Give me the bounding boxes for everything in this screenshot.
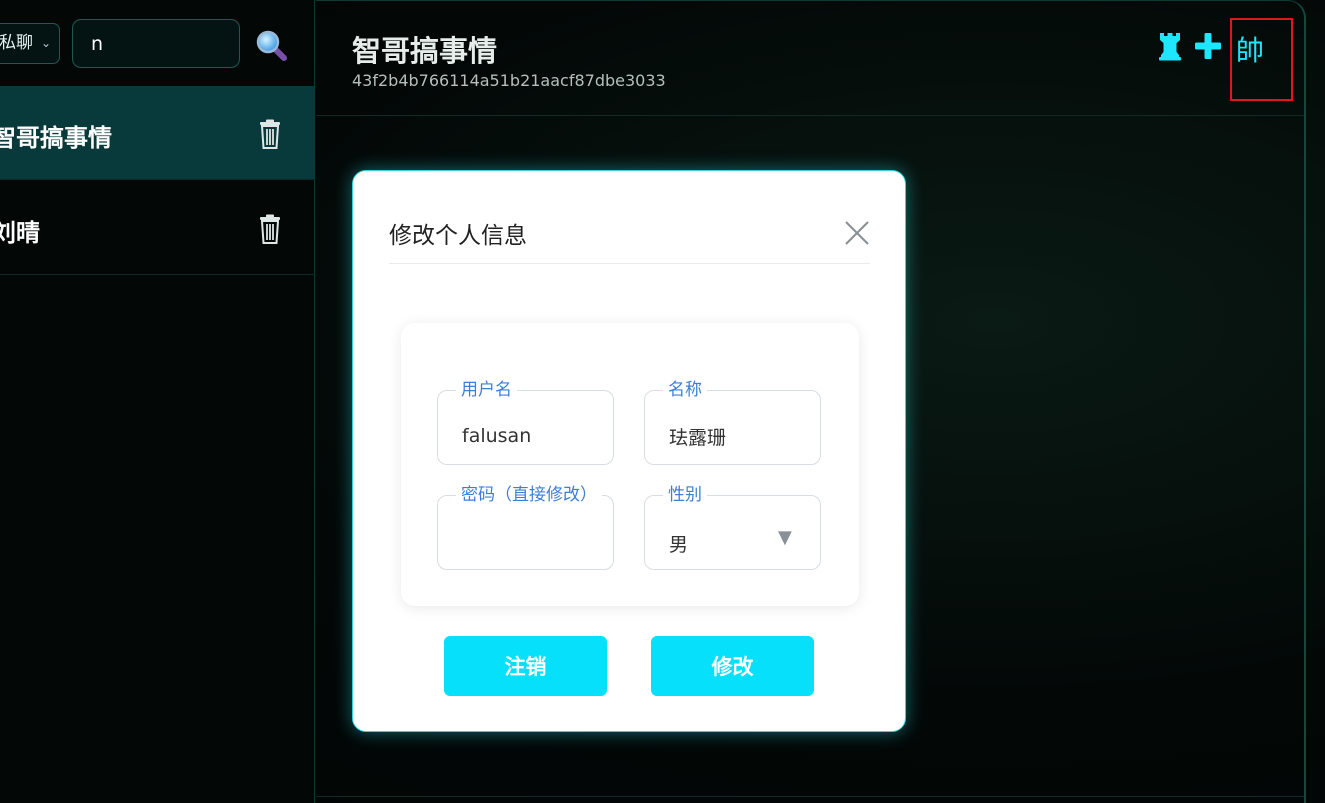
nickname-field[interactable]: 名称 — [644, 380, 821, 465]
profile-form: 用户名 名称 密码（直接修改） 性别 男 ▼ — [401, 323, 859, 606]
gender-label: 性别 — [663, 485, 707, 505]
nickname-input[interactable] — [669, 425, 804, 447]
highlight-box — [1230, 18, 1293, 101]
username-field[interactable]: 用户名 — [437, 380, 614, 465]
edit-profile-modal: 修改个人信息 用户名 名称 密码（直接修改） 性别 男 ▼ — [352, 170, 906, 732]
modal-title: 修改个人信息 — [389, 223, 527, 249]
search-icon[interactable] — [254, 28, 288, 62]
search-row: 私聊 ⌄ — [0, 0, 315, 86]
sidebar: 私聊 ⌄ 智哥搞事情 — [0, 0, 315, 803]
chat-app: 私聊 ⌄ 智哥搞事情 — [0, 0, 1325, 803]
plus-icon[interactable] — [1194, 31, 1222, 61]
trash-icon[interactable] — [258, 119, 282, 149]
gender-select[interactable]: 性别 男 ▼ — [644, 485, 821, 570]
chat-mode-value: 私聊 — [0, 33, 33, 53]
rook-icon[interactable] — [1158, 31, 1182, 61]
chat-title: 智哥搞事情 — [352, 34, 498, 68]
password-label: 密码（直接修改） — [456, 485, 602, 505]
close-icon[interactable] — [844, 220, 870, 246]
footer-divider — [316, 796, 1304, 797]
chat-item-liuqing[interactable]: 刘晴 — [0, 181, 315, 275]
logout-button[interactable]: 注销 — [444, 636, 607, 696]
password-input[interactable] — [462, 530, 597, 552]
username-input[interactable] — [462, 425, 597, 447]
username-label: 用户名 — [456, 380, 517, 400]
triangle-down-icon: ▼ — [778, 527, 792, 548]
chat-mode-select[interactable]: 私聊 ⌄ — [0, 23, 60, 64]
trash-icon[interactable] — [258, 214, 282, 244]
search-input[interactable] — [72, 19, 240, 68]
password-field[interactable]: 密码（直接修改） — [437, 485, 614, 570]
chat-item-zhige[interactable]: 智哥搞事情 — [0, 86, 315, 180]
nickname-label: 名称 — [663, 380, 707, 400]
chevron-down-icon: ⌄ — [40, 36, 51, 50]
chat-id: 43f2b4b766114a51b21aacf87dbe3033 — [352, 71, 666, 90]
submit-button[interactable]: 修改 — [651, 636, 814, 696]
chat-header: 智哥搞事情 43f2b4b766114a51b21aacf87dbe3033 帥 — [316, 1, 1304, 116]
chat-item-name: 智哥搞事情 — [0, 124, 112, 152]
chat-item-name: 刘晴 — [0, 219, 40, 247]
modal-divider — [389, 263, 870, 264]
